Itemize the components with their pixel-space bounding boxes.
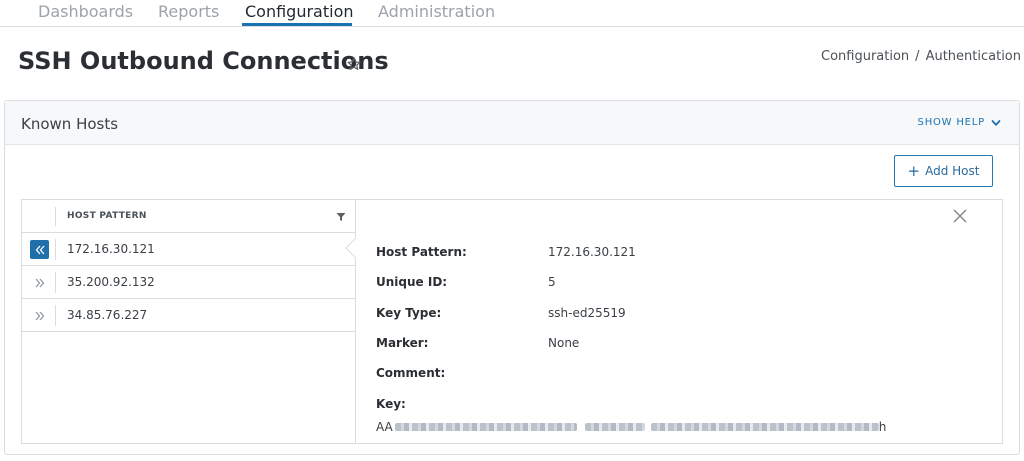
star-icon[interactable] bbox=[346, 56, 362, 72]
expand-button[interactable] bbox=[30, 273, 49, 292]
chevron-down-icon bbox=[991, 119, 1001, 126]
double-chevron-right-icon bbox=[35, 278, 44, 287]
host-pattern-cell: 172.16.30.121 bbox=[67, 242, 155, 256]
show-help-label: SHOW HELP bbox=[917, 117, 985, 128]
panel-title: Known Hosts bbox=[21, 115, 119, 133]
show-help-toggle[interactable]: SHOW HELP bbox=[918, 117, 1001, 128]
redacted-key-segment bbox=[394, 423, 577, 431]
key-prefix: AA bbox=[376, 420, 393, 434]
filter-icon[interactable] bbox=[336, 212, 346, 222]
detail-label-comment: Comment: bbox=[376, 366, 446, 380]
close-icon[interactable] bbox=[953, 209, 967, 223]
tab-reports[interactable]: Reports bbox=[158, 2, 219, 21]
add-host-label: Add Host bbox=[925, 164, 980, 178]
panel-header: Known Hosts SHOW HELP bbox=[5, 101, 1019, 145]
host-row-selected[interactable]: 172.16.30.121 bbox=[22, 233, 355, 266]
expand-button[interactable] bbox=[30, 306, 49, 325]
active-tab-indicator bbox=[242, 23, 352, 26]
column-divider bbox=[55, 207, 56, 226]
host-list-header: HOST PATTERN bbox=[22, 200, 355, 233]
breadcrumb-item-authentication[interactable]: Authentication bbox=[926, 49, 1021, 64]
top-nav: Dashboards Reports Configuration Adminis… bbox=[0, 0, 1024, 27]
host-row[interactable]: 34.85.76.227 bbox=[22, 299, 355, 332]
row-divider bbox=[55, 272, 56, 293]
tab-configuration[interactable]: Configuration bbox=[245, 2, 354, 21]
breadcrumb-item-configuration[interactable]: Configuration bbox=[821, 49, 909, 64]
detail-label-key: Key: bbox=[376, 397, 406, 411]
detail-label-key-type: Key Type: bbox=[376, 306, 442, 320]
row-divider bbox=[55, 305, 56, 326]
breadcrumb-separator: / bbox=[915, 49, 920, 64]
tab-administration[interactable]: Administration bbox=[378, 2, 495, 21]
redacted-key-segment bbox=[650, 423, 879, 431]
row-divider bbox=[55, 239, 56, 260]
plus-icon: + bbox=[907, 161, 921, 180]
detail-value-marker: None bbox=[548, 336, 580, 350]
detail-value-unique-id: 5 bbox=[548, 275, 556, 289]
double-chevron-right-icon bbox=[35, 311, 44, 320]
detail-label-host-pattern: Host Pattern: bbox=[376, 245, 467, 259]
host-pattern-column-header[interactable]: HOST PATTERN bbox=[67, 211, 147, 221]
detail-value-key: AA h bbox=[376, 420, 886, 434]
detail-value-host-pattern: 172.16.30.121 bbox=[548, 245, 636, 259]
host-pattern-cell: 35.200.92.132 bbox=[67, 275, 155, 289]
detail-label-marker: Marker: bbox=[376, 336, 429, 350]
collapse-button[interactable] bbox=[30, 240, 49, 259]
redacted-key-segment bbox=[584, 423, 645, 431]
host-pattern-cell: 34.85.76.227 bbox=[67, 308, 148, 322]
double-chevron-left-icon bbox=[35, 245, 44, 254]
host-list: HOST PATTERN 172.16.30.121 35.200.92.132 bbox=[21, 199, 355, 444]
detail-label-unique-id: Unique ID: bbox=[376, 275, 448, 289]
host-row[interactable]: 35.200.92.132 bbox=[22, 266, 355, 299]
breadcrumb: Configuration / Authentication bbox=[821, 49, 1021, 64]
detail-value-key-type: ssh-ed25519 bbox=[548, 306, 626, 320]
key-suffix: h bbox=[878, 420, 887, 434]
page-title: SSH Outbound Connections bbox=[18, 47, 389, 75]
tab-dashboards[interactable]: Dashboards bbox=[38, 2, 133, 21]
add-host-button[interactable]: + Add Host bbox=[894, 155, 993, 187]
host-detail-pane: Host Pattern: 172.16.30.121 Unique ID: 5… bbox=[345, 199, 1003, 444]
known-hosts-panel: Known Hosts SHOW HELP + Add Host HOST PA… bbox=[4, 100, 1020, 455]
